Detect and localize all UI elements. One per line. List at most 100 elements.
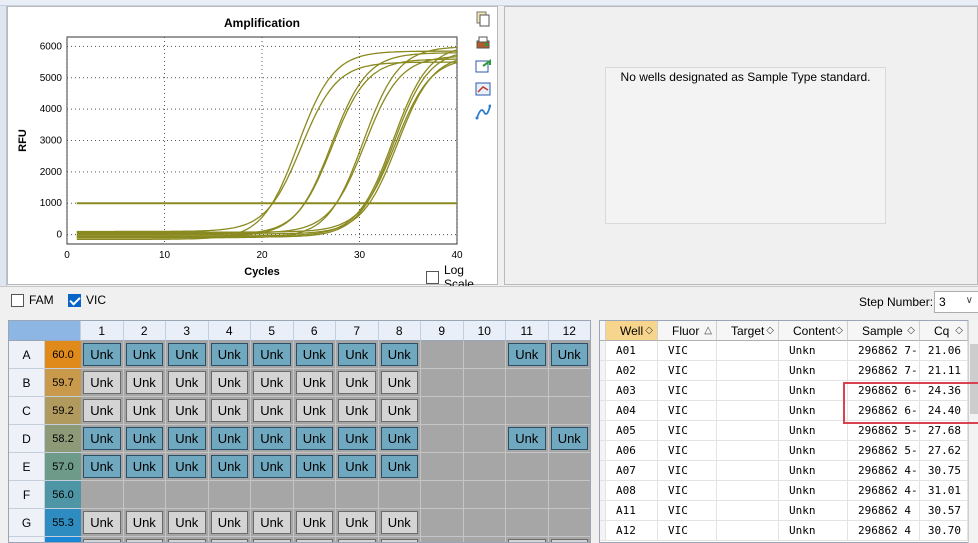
plate-cell[interactable]: Unk xyxy=(166,453,209,481)
sort-icon[interactable]: △ xyxy=(704,321,712,341)
well-H4[interactable]: Unk xyxy=(210,539,248,542)
row-header[interactable]: H xyxy=(9,537,45,542)
plate-cell[interactable] xyxy=(421,341,464,369)
table-cell[interactable] xyxy=(717,381,779,401)
plate-cell[interactable] xyxy=(463,341,506,369)
plate-cell[interactable] xyxy=(81,481,124,509)
well-E4[interactable]: Unk xyxy=(210,455,248,478)
plate-cell[interactable]: Unk xyxy=(251,341,294,369)
table-cell[interactable]: A03 xyxy=(606,381,658,401)
well-E5[interactable]: Unk xyxy=(253,455,291,478)
well-B7[interactable]: Unk xyxy=(338,371,376,394)
well-A3[interactable]: Unk xyxy=(168,343,206,366)
plate-cell[interactable]: Unk xyxy=(208,537,251,542)
plate-cell[interactable] xyxy=(421,425,464,453)
column-header-cq[interactable]: Cq ◇ xyxy=(920,321,968,341)
well-H12[interactable]: Unk xyxy=(550,539,588,542)
plate-cell[interactable] xyxy=(421,453,464,481)
plate-cell[interactable]: Unk xyxy=(208,397,251,425)
well-C2[interactable]: Unk xyxy=(125,399,163,422)
well-C8[interactable]: Unk xyxy=(380,399,418,422)
well-A2[interactable]: Unk xyxy=(125,343,163,366)
plate-cell[interactable]: Unk xyxy=(251,397,294,425)
plate-cell[interactable] xyxy=(548,481,590,509)
table-cell[interactable]: 27.62 xyxy=(920,441,968,461)
plate-cell[interactable]: Unk xyxy=(506,341,549,369)
chart-settings-icon[interactable] xyxy=(474,80,492,98)
well-A6[interactable]: Unk xyxy=(295,343,333,366)
fluor-option-vic[interactable]: VIC xyxy=(68,293,106,307)
table-cell[interactable]: 30.57 xyxy=(920,501,968,521)
table-cell[interactable] xyxy=(717,341,779,361)
plate-cell[interactable] xyxy=(548,369,590,397)
plate-cell[interactable]: Unk xyxy=(548,341,590,369)
table-cell[interactable]: Unkn xyxy=(779,361,848,381)
plate-cell[interactable] xyxy=(506,509,549,537)
table-cell[interactable]: 296862 4 xyxy=(848,521,920,541)
well-G2[interactable]: Unk xyxy=(125,511,163,534)
sort-icon[interactable]: ◇ xyxy=(907,321,915,341)
table-cell[interactable]: VIC xyxy=(658,381,717,401)
table-cell[interactable]: 21.11 xyxy=(920,361,968,381)
plate-cell[interactable]: Unk xyxy=(251,537,294,542)
plate-cell[interactable] xyxy=(421,481,464,509)
fluor-option-fam[interactable]: FAM xyxy=(11,293,54,307)
well-G5[interactable]: Unk xyxy=(253,511,291,534)
plate-cell[interactable] xyxy=(463,509,506,537)
table-cell[interactable]: 27.68 xyxy=(920,421,968,441)
table-cell[interactable]: 30.70 xyxy=(920,521,968,541)
column-header[interactable]: 12 xyxy=(548,321,590,341)
well-H7[interactable]: Unk xyxy=(338,539,376,542)
plate-cell[interactable]: Unk xyxy=(81,453,124,481)
column-header[interactable]: 8 xyxy=(378,321,421,341)
column-header[interactable]: 6 xyxy=(293,321,336,341)
column-header-fluor[interactable]: Fluor △ xyxy=(658,321,717,341)
well-D12[interactable]: Unk xyxy=(550,427,588,450)
plate-cell[interactable]: Unk xyxy=(293,453,336,481)
table-cell[interactable]: Unkn xyxy=(779,421,848,441)
table-cell[interactable]: A12 xyxy=(606,521,658,541)
plate-cell[interactable]: Unk xyxy=(251,425,294,453)
plate-cell[interactable] xyxy=(208,481,251,509)
table-cell[interactable]: Unkn xyxy=(779,341,848,361)
column-header-well[interactable]: Well ◇ xyxy=(606,321,658,341)
plate-cell[interactable]: Unk xyxy=(548,425,590,453)
well-C7[interactable]: Unk xyxy=(338,399,376,422)
table-cell[interactable]: Unkn xyxy=(779,501,848,521)
plate-cell[interactable] xyxy=(548,509,590,537)
plate-cell[interactable] xyxy=(506,369,549,397)
well-C5[interactable]: Unk xyxy=(253,399,291,422)
well-D4[interactable]: Unk xyxy=(210,427,248,450)
table-scrollbar[interactable] xyxy=(968,320,978,543)
print-icon[interactable] xyxy=(474,34,492,52)
plate-cell[interactable]: Unk xyxy=(378,425,421,453)
sort-icon[interactable]: ◇ xyxy=(766,321,774,341)
column-header[interactable]: 5 xyxy=(251,321,294,341)
table-cell[interactable]: 296862 7-1 xyxy=(848,361,920,381)
plate-cell[interactable] xyxy=(548,453,590,481)
plate-cell[interactable]: Unk xyxy=(251,369,294,397)
plate-corner[interactable] xyxy=(9,321,81,341)
plate-cell[interactable] xyxy=(506,397,549,425)
well-G6[interactable]: Unk xyxy=(295,511,333,534)
table-cell[interactable]: 296862 7-1 xyxy=(848,341,920,361)
table-cell[interactable] xyxy=(717,361,779,381)
table-cell[interactable]: VIC xyxy=(658,481,717,501)
plate-cell[interactable]: Unk xyxy=(336,341,379,369)
plate-cell[interactable]: Unk xyxy=(123,453,166,481)
plate-cell[interactable] xyxy=(378,481,421,509)
table-cell[interactable]: A11 xyxy=(606,501,658,521)
well-A8[interactable]: Unk xyxy=(380,343,418,366)
well-B5[interactable]: Unk xyxy=(253,371,291,394)
well-A11[interactable]: Unk xyxy=(508,343,546,366)
plate-cell[interactable] xyxy=(506,481,549,509)
table-cell[interactable]: VIC xyxy=(658,501,717,521)
plate-cell[interactable]: Unk xyxy=(166,341,209,369)
well-E3[interactable]: Unk xyxy=(168,455,206,478)
plate-cell[interactable]: Unk xyxy=(166,369,209,397)
plate-cell[interactable] xyxy=(463,453,506,481)
well-A12[interactable]: Unk xyxy=(550,343,588,366)
plate-cell[interactable]: Unk xyxy=(166,425,209,453)
plate-cell[interactable]: Unk xyxy=(81,425,124,453)
well-H8[interactable]: Unk xyxy=(380,539,418,542)
